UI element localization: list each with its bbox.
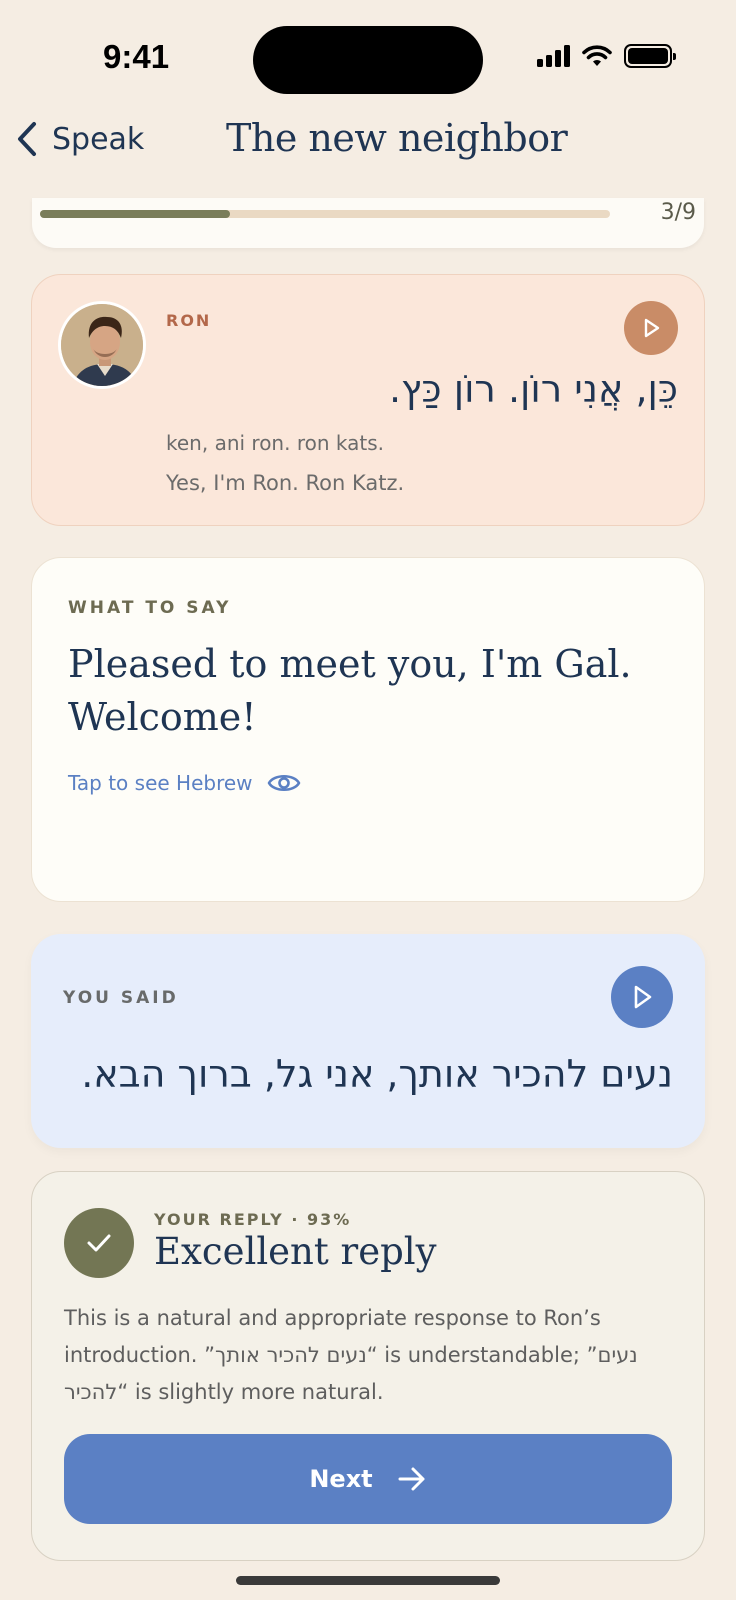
reply-feedback-text: This is a natural and appropriate respon…: [64, 1306, 638, 1404]
reply-feedback-card: YOUR REPLY · 93% Excellent reply This is…: [31, 1171, 705, 1561]
prompt-card: WHAT TO SAY Pleased to meet you, I'm Gal…: [31, 557, 705, 902]
arrow-right-icon: [398, 1467, 425, 1491]
you-said-card: YOU SAID נעים להכיר אותך, אני גל, ברוך ה…: [31, 934, 705, 1148]
speaker-name: RON: [166, 311, 212, 330]
progress-count: 3/9: [660, 200, 696, 225]
ron-message-card: RON כֵּן, אֲנִי רוֹן. רוֹן כַּץ. ken, an…: [31, 274, 705, 526]
next-label: Next: [309, 1465, 373, 1493]
success-badge: [64, 1208, 134, 1278]
play-icon: [644, 318, 660, 338]
message-hebrew: כֵּן, אֲנִי רוֹן. רוֹן כַּץ.: [388, 367, 678, 411]
play-audio-button[interactable]: [624, 301, 678, 355]
progress: 3/9: [0, 196, 736, 236]
prompt-text: Pleased to meet you, I'm Gal. Welcome!: [68, 642, 632, 739]
chevron-left-icon: [18, 122, 36, 156]
status-icons: [537, 44, 676, 68]
status-time: 9:41: [103, 38, 170, 75]
prompt-label: WHAT TO SAY: [68, 598, 232, 618]
back-label: Speak: [52, 121, 145, 157]
dynamic-island: [253, 26, 483, 94]
message-translation: Yes, I'm Ron. Ron Katz.: [166, 471, 405, 495]
page-title: The new neighbor: [226, 116, 568, 160]
nav-bar: Speak The new neighbor: [0, 112, 736, 172]
you-said-hebrew: נעים להכיר אותך, אני גל, ברוך הבא.: [81, 1052, 673, 1096]
reveal-hebrew-button[interactable]: Tap to see Hebrew: [68, 770, 301, 796]
wifi-icon: [582, 45, 612, 66]
progress-track: [40, 210, 610, 218]
back-button[interactable]: Speak: [14, 120, 144, 158]
message-transliteration: ken, ani ron. ron kats.: [166, 431, 384, 455]
reply-score: YOUR REPLY · 93%: [154, 1210, 352, 1229]
eye-icon: [267, 774, 300, 792]
check-icon: [87, 1234, 111, 1252]
play-recording-button[interactable]: [611, 966, 673, 1028]
next-button[interactable]: Next: [64, 1434, 672, 1524]
reply-title: Excellent reply: [154, 1230, 437, 1273]
battery-icon: [624, 44, 676, 68]
avatar: [58, 301, 146, 389]
status-bar: 9:41: [0, 0, 736, 110]
you-said-label: YOU SAID: [63, 988, 179, 1008]
signal-icon: [537, 45, 570, 67]
reveal-hebrew-label: Tap to see Hebrew: [68, 771, 253, 795]
play-icon: [634, 985, 652, 1009]
home-indicator: [236, 1576, 500, 1585]
progress-fill: [40, 210, 230, 218]
